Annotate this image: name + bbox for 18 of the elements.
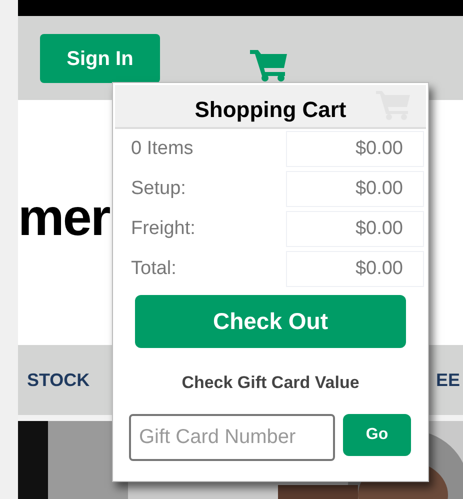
summary-label: Freight: [131, 216, 196, 241]
summary-value: $0.00 [286, 251, 424, 287]
summary-value: $0.00 [286, 211, 424, 247]
go-button[interactable]: Go [343, 414, 411, 456]
gift-card-field[interactable]: Gift Card Number [129, 414, 335, 460]
check-out-button[interactable]: Check Out [135, 295, 406, 348]
summary-label: 0 Items [131, 136, 194, 161]
nav-link[interactable]: STOCK [27, 366, 90, 394]
nav-link[interactable]: EE [436, 366, 460, 394]
gift-card-title: Check Gift Card Value [182, 372, 360, 394]
sign-in-button[interactable]: Sign In [40, 34, 160, 83]
cart-icon[interactable] [250, 48, 290, 82]
banner-text: mer [18, 192, 110, 244]
summary-label: Total: [131, 256, 178, 281]
popup-title: Shopping Cart [194, 96, 346, 124]
summary-label: Setup: [131, 176, 187, 201]
summary-value: $0.00 [286, 171, 424, 207]
summary-value: $0.00 [286, 131, 424, 167]
